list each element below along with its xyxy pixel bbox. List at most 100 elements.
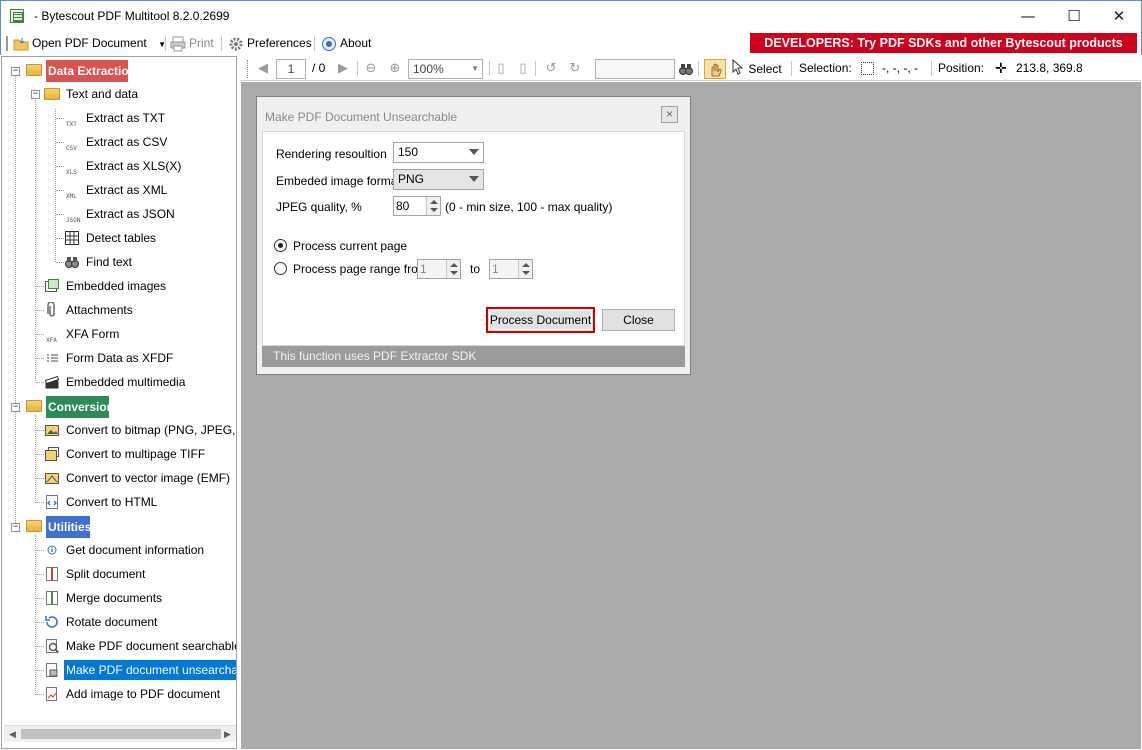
find-input[interactable] xyxy=(595,59,675,79)
scroll-left-arrow-icon[interactable]: ◀ xyxy=(4,726,21,743)
xls-icon: XLS xyxy=(66,169,77,176)
selection-label: Selection: xyxy=(799,61,852,75)
position-label: Position: xyxy=(938,61,985,75)
developers-banner[interactable]: DEVELOPERS: Try PDF SDKs and other Bytes… xyxy=(750,33,1137,53)
range-to-value: 1 xyxy=(492,262,499,276)
minimize-button[interactable]: — xyxy=(1005,1,1051,31)
scroll-right-arrow-icon[interactable]: ▶ xyxy=(219,726,236,743)
arrow-cursor-icon xyxy=(731,58,745,81)
merge-icon xyxy=(44,590,60,606)
spinner-arrows-icon[interactable] xyxy=(518,260,532,278)
next-page-icon[interactable]: ▶ xyxy=(335,61,351,77)
spinner-arrows-icon[interactable] xyxy=(426,197,440,215)
page-number-input[interactable]: 1 xyxy=(276,59,306,79)
rotate-right-icon[interactable]: ↻ xyxy=(567,61,583,77)
print-label: Print xyxy=(189,36,214,50)
tree-label: Extract as TXT xyxy=(86,111,166,125)
open-folder-icon xyxy=(13,36,29,52)
select-tool[interactable]: Select xyxy=(731,58,782,81)
tree-label: Rotate document xyxy=(66,615,158,629)
previous-page-icon[interactable]: ◀ xyxy=(255,61,271,77)
expander-utilities[interactable]: − xyxy=(11,523,20,532)
tree-label: Detect tables xyxy=(86,231,157,245)
spinner-arrows-icon[interactable] xyxy=(446,260,460,278)
open-pdf-button[interactable]: Open PDF Document ▼ xyxy=(13,35,166,51)
tree-label: Add image to PDF document xyxy=(66,687,221,701)
expander-data-extraction[interactable]: − xyxy=(11,67,20,76)
select-label: Select xyxy=(748,62,782,77)
expander-conversion[interactable]: − xyxy=(11,403,20,412)
add-image-icon xyxy=(44,686,60,702)
selection-value: -, -, -, - xyxy=(882,61,918,75)
dialog-close-icon[interactable]: × xyxy=(661,106,678,123)
tree-horizontal-scrollbar[interactable]: ◀ ▶ xyxy=(4,725,236,742)
rendering-resolution-label: Rendering resoultion xyxy=(276,147,387,161)
tree-label: Data Extraction xyxy=(46,60,128,82)
tree-label: Make PDF document searchable xyxy=(66,639,237,653)
process-current-page-radio[interactable] xyxy=(274,239,287,252)
tree-label: Extract as XLS(X) xyxy=(86,159,182,173)
range-from-spinner[interactable]: 1 xyxy=(417,259,461,279)
about-button[interactable]: About xyxy=(321,35,371,51)
preferences-label: Preferences xyxy=(247,36,312,50)
pages-icon[interactable]: ▯ xyxy=(515,61,531,77)
title-bar: - Bytescout PDF Multitool 8.2.0.2699 — ☐… xyxy=(0,0,1142,31)
crosshair-icon: ✛ xyxy=(995,60,1007,76)
zoom-select[interactable]: 100% ▼ xyxy=(408,59,483,79)
tree-label: XFA Form xyxy=(66,327,120,341)
maximize-button[interactable]: ☐ xyxy=(1051,1,1097,31)
page-icon[interactable]: ▯ xyxy=(493,61,509,77)
close-window-button[interactable]: ✕ xyxy=(1096,1,1142,31)
jpeg-quality-value: 80 xyxy=(396,199,410,213)
page-total: / 0 xyxy=(312,61,326,75)
unsearchable-document-icon xyxy=(44,662,60,678)
scrollbar-thumb[interactable] xyxy=(21,729,221,739)
tree-label: Make PDF document unsearchable xyxy=(64,660,236,680)
image-format-combo[interactable]: PNG xyxy=(393,169,484,190)
xfa-icon: XFA xyxy=(46,337,57,344)
open-pdf-label: Open PDF Document xyxy=(32,36,147,50)
dialog-body: Rendering resoultion 150 Embeded image f… xyxy=(262,131,685,346)
csv-icon: CSV xyxy=(66,145,77,152)
rendering-resolution-combo[interactable]: 150 xyxy=(393,142,484,163)
list-icon xyxy=(44,350,60,366)
search-document-icon xyxy=(44,638,60,654)
range-to-spinner[interactable]: 1 xyxy=(489,259,533,279)
split-icon xyxy=(44,566,60,582)
process-page-range-radio[interactable] xyxy=(274,262,287,275)
folder-open-icon xyxy=(26,400,42,412)
hand-tool-icon[interactable] xyxy=(704,59,726,79)
tree-label: Extract as JSON xyxy=(86,207,175,221)
zoom-value: 100% xyxy=(413,62,444,76)
tree-label: Convert to HTML xyxy=(66,495,158,509)
tree-label: Embedded images xyxy=(66,279,167,293)
printer-icon xyxy=(170,36,186,52)
tree-label: Attachments xyxy=(66,303,133,317)
rotate-left-icon[interactable]: ↺ xyxy=(543,61,559,77)
json-icon: JSON xyxy=(66,217,81,224)
preferences-button[interactable]: Preferences xyxy=(228,35,312,51)
tree-label: Conversion xyxy=(46,396,109,418)
binoculars-icon xyxy=(64,254,80,270)
image-format-label: Embeded image format xyxy=(276,174,401,188)
tree-label: Form Data as XFDF xyxy=(66,351,174,365)
chevron-down-icon xyxy=(469,149,479,155)
close-button[interactable]: Close xyxy=(602,309,675,331)
table-icon xyxy=(64,230,80,246)
dialog-title-bar: Make PDF Document Unsearchable × xyxy=(257,97,690,131)
process-page-range-label[interactable]: Process page range from xyxy=(293,262,428,276)
tree-label: Extract as CSV xyxy=(86,135,168,149)
zoom-in-icon[interactable]: ⊕ xyxy=(387,61,403,77)
binoculars-icon[interactable] xyxy=(678,61,694,77)
tree-label: Merge documents xyxy=(66,591,163,605)
process-current-page-label[interactable]: Process current page xyxy=(293,239,407,253)
jpeg-quality-spinner[interactable]: 80 xyxy=(393,196,441,216)
rendering-resolution-value: 150 xyxy=(398,145,419,159)
print-button[interactable]: Print xyxy=(170,35,214,52)
process-document-button[interactable]: Process Document xyxy=(486,307,595,333)
tree-label: Find text xyxy=(86,255,133,269)
zoom-out-icon[interactable]: ⊖ xyxy=(363,61,379,77)
folder-open-icon xyxy=(26,64,42,76)
expander-text-and-data[interactable]: − xyxy=(31,90,40,99)
tree-label: Get document information xyxy=(66,543,205,557)
